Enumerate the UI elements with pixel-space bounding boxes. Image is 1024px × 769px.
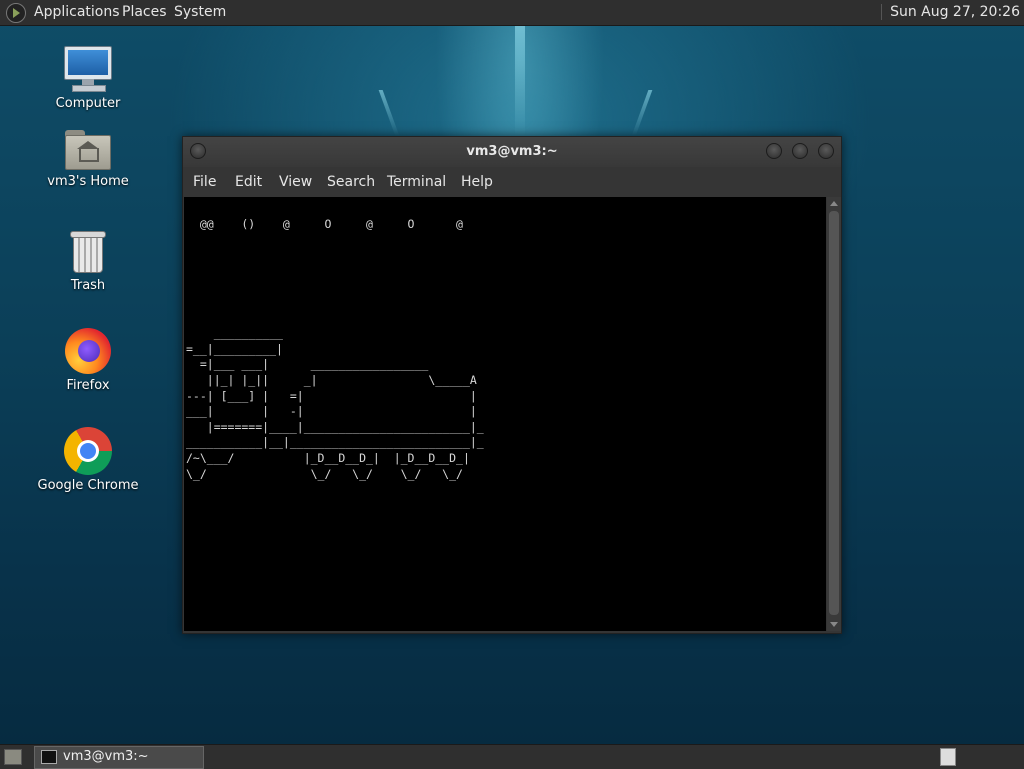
- terminal-scrollbar[interactable]: [827, 197, 841, 631]
- desktop-icon-trash[interactable]: Trash: [28, 228, 148, 293]
- menu-edit[interactable]: Edit: [235, 174, 262, 190]
- desktop-icon-chrome[interactable]: Google Chrome: [28, 426, 148, 493]
- places-menu[interactable]: Places: [122, 4, 167, 20]
- show-desktop-icon[interactable]: [4, 749, 22, 765]
- scrollbar-thumb[interactable]: [829, 211, 839, 615]
- bottom-panel: vm3@vm3:~: [0, 744, 1024, 769]
- scroll-up-icon[interactable]: [830, 201, 838, 206]
- desktop-icon-firefox[interactable]: Firefox: [28, 326, 148, 393]
- close-icon[interactable]: [818, 143, 834, 159]
- home-folder-icon: [65, 128, 111, 170]
- minimize-icon[interactable]: [766, 143, 782, 159]
- workspace-switcher[interactable]: [940, 748, 956, 766]
- applications-menu[interactable]: Applications: [34, 4, 120, 20]
- menu-terminal[interactable]: Terminal: [387, 174, 446, 190]
- desktop-icon-label: Google Chrome: [37, 478, 139, 493]
- clock[interactable]: Sun Aug 27, 20:26: [881, 4, 1020, 20]
- top-panel: Applications Places System Sun Aug 27, 2…: [0, 0, 1024, 26]
- desktop-icon-computer[interactable]: Computer: [28, 46, 148, 111]
- maximize-icon[interactable]: [792, 143, 808, 159]
- taskbar-item-label: vm3@vm3:~: [63, 749, 149, 764]
- terminal-area[interactable]: @@ () @ O @ O @ __________ =__|_________…: [184, 197, 826, 631]
- terminal-output: @@ () @ O @ O @ __________ =__|_________…: [186, 217, 484, 481]
- desktop-icon-label: vm3's Home: [47, 174, 129, 189]
- terminal-icon: [41, 750, 57, 764]
- trash-icon: [68, 228, 108, 274]
- desktop-icon-label: Computer: [55, 96, 121, 111]
- scroll-down-icon[interactable]: [830, 622, 838, 627]
- wallpaper-ray: [631, 90, 653, 136]
- taskbar-item-terminal[interactable]: vm3@vm3:~: [34, 746, 204, 769]
- menu-view[interactable]: View: [279, 174, 312, 190]
- desktop-icon-home[interactable]: vm3's Home: [28, 128, 148, 189]
- wallpaper-ray: [378, 90, 400, 136]
- window-title: vm3@vm3:~: [466, 144, 558, 159]
- menu-search[interactable]: Search: [327, 174, 375, 190]
- monitor-icon: [64, 46, 112, 92]
- firefox-icon: [64, 326, 112, 374]
- window-titlebar[interactable]: vm3@vm3:~: [183, 137, 841, 167]
- system-menu[interactable]: System: [174, 4, 226, 20]
- window-menubar: File Edit View Search Terminal Help: [183, 167, 841, 197]
- menu-file[interactable]: File: [193, 174, 216, 190]
- terminal-window: vm3@vm3:~ File Edit View Search Terminal…: [182, 136, 842, 634]
- desktop-icon-label: Firefox: [66, 378, 110, 393]
- menu-help[interactable]: Help: [461, 174, 493, 190]
- wallpaper-ray: [515, 26, 525, 136]
- chrome-icon: [64, 426, 112, 475]
- desktop-icon-label: Trash: [70, 278, 106, 293]
- distro-logo-icon[interactable]: [6, 3, 26, 23]
